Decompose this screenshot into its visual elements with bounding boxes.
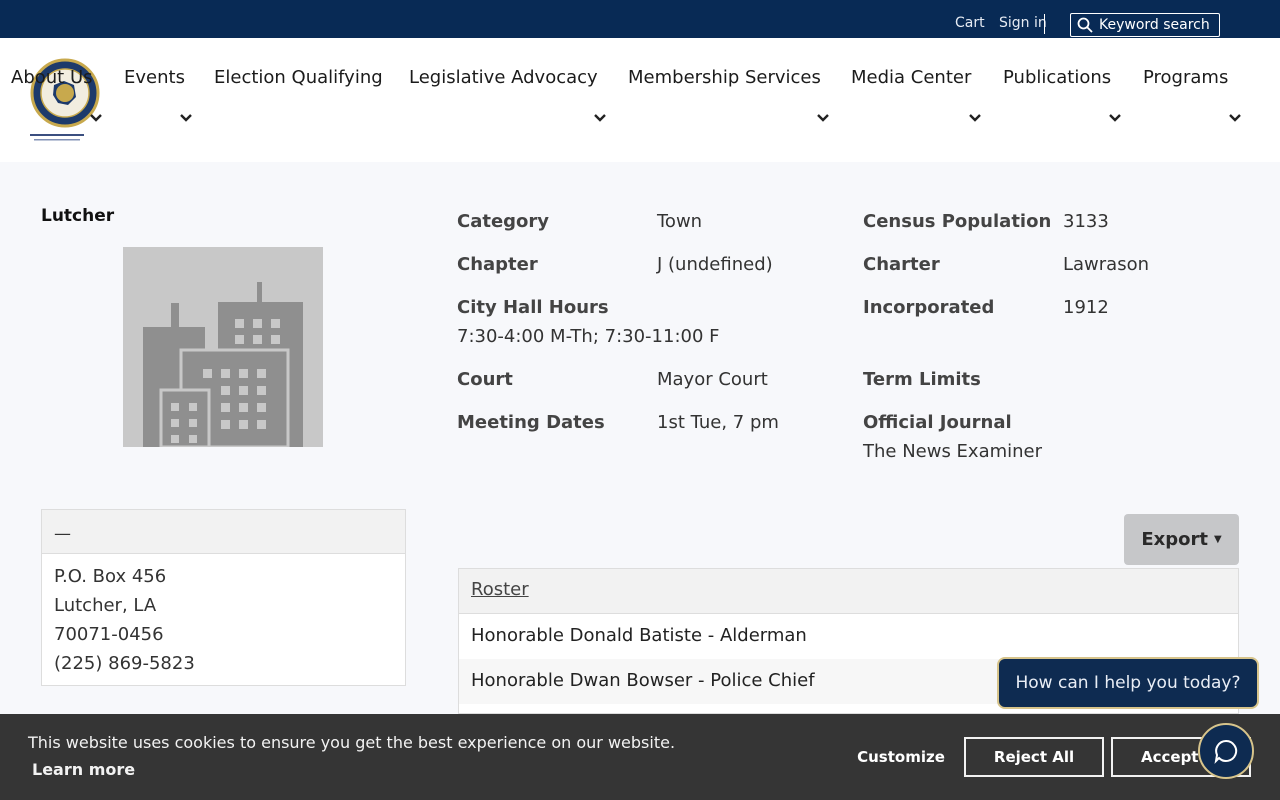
- charter-value: Lawrason: [1063, 254, 1150, 275]
- census-population-value: 3133: [1063, 211, 1109, 232]
- official-journal-label: Official Journal: [863, 412, 1012, 433]
- roster-row[interactable]: Honorable Donald Batiste - Alderman: [459, 614, 1238, 659]
- address-card: — P.O. Box 456 Lutcher, LA 70071-0456 (2…: [41, 509, 406, 686]
- category-value: Town: [657, 211, 703, 232]
- keyword-search-button[interactable]: Keyword search: [1070, 13, 1220, 37]
- nav-programs[interactable]: Programs: [1143, 67, 1228, 88]
- roster-header-link[interactable]: Roster: [459, 569, 1238, 614]
- meeting-dates-value: 1st Tue, 7 pm: [657, 412, 779, 433]
- cookie-banner: This website uses cookies to ensure you …: [0, 714, 1280, 800]
- logo-caption-mark: [30, 134, 84, 141]
- court-value: Mayor Court: [657, 369, 768, 390]
- charter-label: Charter: [863, 254, 940, 275]
- address-card-header: —: [42, 510, 405, 554]
- chevron-down-icon[interactable]: [180, 114, 192, 122]
- search-icon: [1077, 17, 1093, 33]
- city-hall-hours-value: 7:30-4:00 M-Th; 7:30-11:00 F: [457, 326, 720, 347]
- address-line: P.O. Box 456: [54, 566, 167, 587]
- phone-number[interactable]: (225) 869-5823: [42, 649, 405, 678]
- term-limits-label: Term Limits: [863, 369, 981, 390]
- nav-election-qualifying[interactable]: Election Qualifying: [214, 67, 383, 88]
- address-line: 70071-0456: [54, 624, 164, 645]
- cart-link[interactable]: Cart: [955, 15, 985, 31]
- chat-prompt-text: How can I help you today?: [1015, 673, 1241, 693]
- chevron-down-icon[interactable]: [90, 114, 102, 122]
- incorporated-value: 1912: [1063, 297, 1109, 318]
- reject-all-button[interactable]: Reject All: [964, 737, 1104, 777]
- chevron-down-icon[interactable]: [1109, 114, 1121, 122]
- cookie-message: This website uses cookies to ensure you …: [28, 733, 676, 752]
- category-label: Category: [457, 211, 550, 232]
- city-name: Lutcher: [41, 206, 115, 226]
- utility-bar: Cart Sign in Keyword search: [0, 0, 1280, 38]
- sign-in-link[interactable]: Sign in: [999, 15, 1047, 31]
- chevron-down-icon[interactable]: [817, 114, 829, 122]
- incorporated-label: Incorporated: [863, 297, 995, 318]
- nav-about-us[interactable]: About Us: [11, 67, 93, 88]
- city-image-placeholder: [123, 247, 323, 447]
- nav-media-center[interactable]: Media Center: [851, 67, 971, 88]
- chat-prompt-bubble[interactable]: How can I help you today?: [997, 657, 1259, 709]
- chevron-down-icon[interactable]: [969, 114, 981, 122]
- main-navigation: About Us Events Election Qualifying Legi…: [0, 38, 1280, 162]
- learn-more-link[interactable]: Learn more: [32, 760, 135, 779]
- chevron-down-icon[interactable]: [594, 114, 606, 122]
- census-population-label: Census Population: [863, 211, 1052, 232]
- court-label: Court: [457, 369, 513, 390]
- chapter-value: J (undefined): [657, 254, 773, 275]
- nav-membership-services[interactable]: Membership Services: [628, 67, 821, 88]
- nav-events[interactable]: Events: [124, 67, 185, 88]
- chat-launcher-button[interactable]: [1198, 723, 1254, 779]
- chevron-down-icon[interactable]: [1229, 114, 1241, 122]
- meeting-dates-label: Meeting Dates: [457, 412, 605, 433]
- text-cursor: [1044, 14, 1045, 34]
- nav-publications[interactable]: Publications: [1003, 67, 1111, 88]
- export-label: Export: [1141, 529, 1208, 550]
- official-journal-value: The News Examiner: [863, 441, 1043, 462]
- city-hall-hours-label: City Hall Hours: [457, 297, 609, 318]
- customize-button[interactable]: Customize: [846, 737, 956, 777]
- chapter-label: Chapter: [457, 254, 538, 275]
- caret-down-icon: ▼: [1213, 534, 1222, 545]
- nav-legislative-advocacy[interactable]: Legislative Advocacy: [409, 67, 598, 88]
- export-button[interactable]: Export ▼: [1124, 514, 1239, 565]
- chat-bubble-icon: [1214, 739, 1238, 764]
- address-line: Lutcher, LA: [54, 595, 157, 616]
- buildings-icon: [143, 282, 303, 447]
- search-label: Keyword search: [1099, 17, 1210, 33]
